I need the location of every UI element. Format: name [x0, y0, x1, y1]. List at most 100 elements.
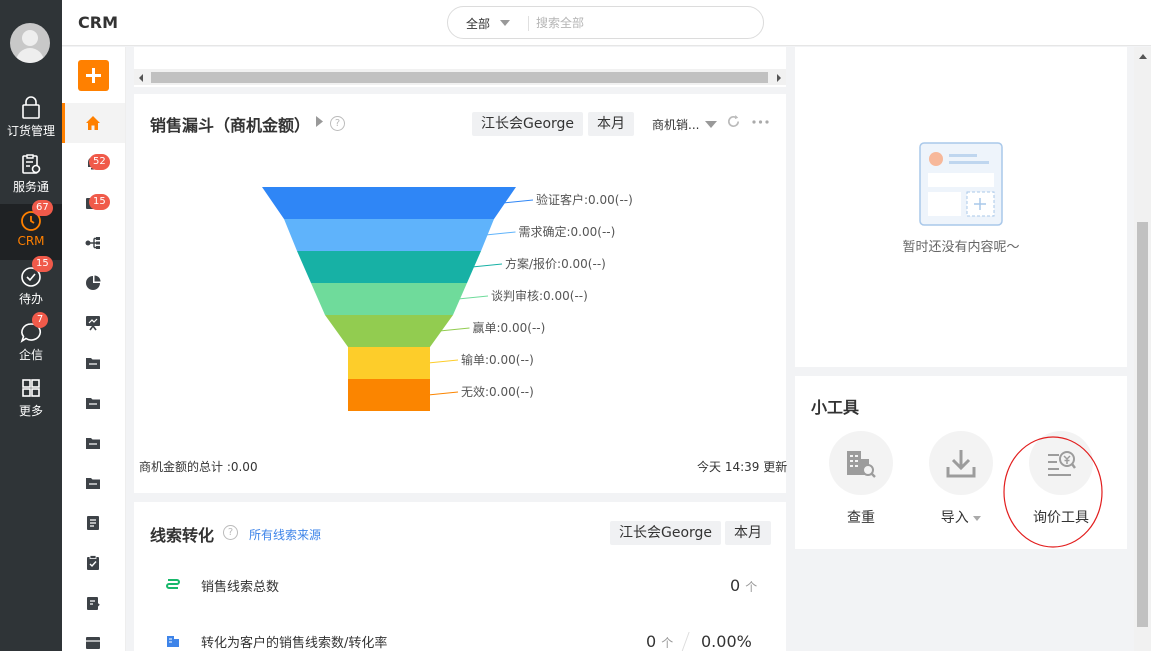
nav-messenger[interactable]: 企信 7 — [0, 312, 62, 372]
lead-source-link[interactable]: 所有线索来源 — [249, 526, 321, 543]
owner-filter[interactable]: 江长会George — [610, 521, 722, 545]
sidebar-item-form[interactable] — [62, 503, 125, 543]
scroll-left-arrow-icon[interactable] — [139, 74, 143, 82]
empty-state-text: 暂时还没有内容呢～ — [902, 240, 1020, 255]
add-button[interactable] — [78, 60, 109, 91]
duplicate-check-tool[interactable]: 查重 — [821, 431, 901, 527]
main-nav-rail: 订货管理 服务通 CRM 67 待办 15 企信 7 更多 — [0, 0, 62, 651]
clipboard-edit-icon — [87, 597, 100, 610]
import-tool[interactable]: 导入 — [921, 431, 1001, 527]
conversion-rate-value: 0.00% — [701, 632, 752, 651]
scroll-up-arrow-icon[interactable] — [1139, 54, 1147, 59]
help-icon[interactable]: ? — [223, 525, 238, 540]
crm-badge: 67 — [32, 200, 53, 216]
sales-funnel-card: 销售漏斗（商机金额） ? 江长会George 本月 商机销... 验证客户:0.… — [134, 94, 788, 493]
pie-chart-icon — [86, 275, 101, 290]
sidebar-item-folder-4[interactable] — [62, 463, 125, 503]
funnel-updated-label: 今天 14:39 更新 — [697, 460, 788, 474]
building-search-icon — [847, 451, 876, 478]
search-scope-select[interactable]: 全部 — [466, 15, 490, 32]
funnel-stage-4[interactable] — [325, 315, 453, 347]
hierarchy-icon — [85, 237, 100, 249]
funnel-label-leader-4 — [439, 327, 470, 332]
sidebar-item-inbox[interactable]: 15 — [62, 183, 125, 223]
home-icon — [86, 116, 100, 130]
funnel-stage-1[interactable] — [284, 219, 494, 251]
converted-leads-value: 0 个 — [646, 632, 674, 651]
search-input[interactable] — [536, 14, 746, 32]
nav-crm-label: CRM — [17, 234, 45, 248]
dashboard-content: 销售漏斗（商机金额） ? 江长会George 本月 商机销... 验证客户:0.… — [126, 47, 1134, 651]
nav-more-label: 更多 — [18, 404, 43, 418]
nav-crm[interactable]: CRM 67 — [0, 200, 62, 260]
sidebar-item-tasks[interactable] — [62, 543, 125, 583]
avatar[interactable] — [10, 23, 50, 63]
sidebar-item-reports[interactable] — [62, 263, 125, 303]
nav-more[interactable]: 更多 — [0, 372, 62, 428]
period-filter[interactable]: 本月 — [725, 521, 771, 545]
converted-leads-label: 转化为客户的销售线索数/转化率 — [201, 636, 388, 651]
folder-icon — [86, 358, 100, 369]
building-icon — [167, 636, 179, 647]
funnel-stage-label-6: 无效:0.00(--) — [461, 384, 534, 399]
tools-card: 小工具 查重 导入 询价工具 — [795, 376, 1127, 549]
funnel-stage-2[interactable] — [297, 251, 481, 283]
nav-order-management[interactable]: 订货管理 — [0, 92, 62, 148]
funnel-stage-3[interactable] — [311, 283, 467, 315]
widget-horizontal-scrollbar[interactable] — [134, 47, 786, 87]
folder-icon — [86, 438, 100, 449]
funnel-stage-5[interactable] — [348, 347, 430, 379]
total-leads-label: 销售线索总数 — [201, 580, 280, 595]
tool-circle — [829, 431, 893, 495]
funnel-stage-label-4: 赢单:0.00(--) — [473, 320, 546, 335]
funnel-stage-label-5: 输单:0.00(--) — [461, 352, 534, 367]
sidebar-item-schedule[interactable] — [62, 623, 125, 651]
clipboard-gear-icon — [22, 154, 41, 174]
funnel-stage-6[interactable] — [348, 379, 430, 411]
sidebar-item-org-chart[interactable] — [62, 223, 125, 263]
sidebar-item-folder-1[interactable] — [62, 343, 125, 383]
funnel-stage-label-0: 验证客户:0.00(--) — [536, 192, 633, 207]
sidebar-item-folder-2[interactable] — [62, 383, 125, 423]
sidebar-item-home[interactable] — [62, 103, 125, 143]
funnel-label-leader-2 — [471, 263, 503, 268]
nav-todo-label: 待办 — [18, 292, 43, 306]
funnel-label-leader-3 — [457, 295, 489, 300]
crm-module-sidebar: 52 15 — [62, 47, 126, 651]
tools-title: 小工具 — [811, 398, 860, 417]
scrollbar-thumb[interactable] — [1137, 222, 1148, 627]
folder-icon — [86, 478, 100, 489]
messenger-badge: 7 — [32, 312, 48, 328]
scroll-right-arrow-icon[interactable] — [777, 74, 781, 82]
funnel-stage-label-3: 谈判审核:0.00(--) — [491, 288, 588, 303]
inbox-badge: 15 — [89, 194, 110, 210]
import-label: 导入 — [921, 507, 1001, 527]
notifications-badge: 52 — [89, 154, 110, 170]
top-header: CRM 全部 — [62, 0, 1151, 46]
funnel-label-leader-0 — [502, 199, 534, 204]
nav-service[interactable]: 服务通 — [0, 148, 62, 204]
sidebar-item-dashboard[interactable] — [62, 303, 125, 343]
sidebar-item-folder-3[interactable] — [62, 423, 125, 463]
todo-badge: 15 — [32, 256, 53, 272]
funnel-stage-label-2: 方案/报价:0.00(--) — [505, 256, 606, 271]
bag-icon — [22, 96, 40, 119]
leads-title: 线索转化 — [150, 526, 215, 545]
chevron-down-icon[interactable] — [500, 20, 510, 26]
page-vertical-scrollbar[interactable] — [1134, 47, 1151, 651]
empty-widget-card: 暂时还没有内容呢～ — [795, 47, 1127, 367]
chevron-down-icon[interactable] — [973, 515, 982, 521]
nav-todo[interactable]: 待办 15 — [0, 256, 62, 316]
empty-content-illustration — [919, 142, 1003, 226]
funnel-stage-0[interactable] — [262, 187, 516, 219]
nav-service-label: 服务通 — [12, 180, 49, 194]
scrollbar-thumb[interactable] — [151, 72, 768, 83]
funnel-total-label: 商机金额的总计 :0.00 — [139, 460, 258, 474]
funnel-label-leader-6 — [427, 391, 459, 396]
sidebar-item-records[interactable] — [62, 583, 125, 623]
sidebar-item-notifications[interactable]: 52 — [62, 143, 125, 183]
funnel-chart: 验证客户:0.00(--) 需求确定:0.00(--) 方案/报价:0.00(--)… — [262, 187, 633, 411]
leads-conversion-card: 线索转化 ? 所有线索来源 江长会George 本月 销售线索总数 0 个 转化… — [134, 502, 786, 651]
grid-icon — [22, 379, 40, 397]
nav-messenger-label: 企信 — [18, 348, 43, 362]
